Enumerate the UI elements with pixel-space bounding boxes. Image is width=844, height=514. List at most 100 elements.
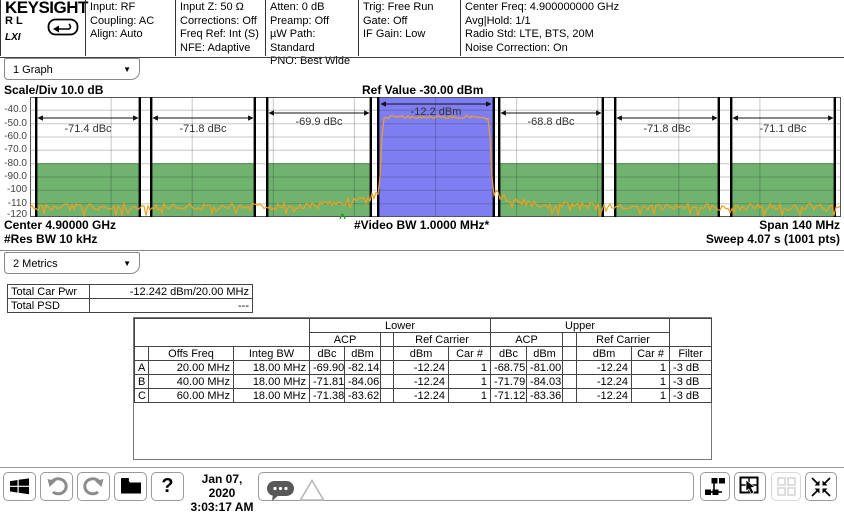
cell: -12.24 — [577, 389, 632, 403]
scale-div-label: Scale/Div 10.0 dB — [4, 83, 103, 97]
sweep-readout: Sweep 4.07 s (1001 pts) — [706, 232, 840, 246]
cell: 1 — [632, 375, 670, 389]
blank-cell — [381, 333, 394, 347]
y-axis-tick: -110 — [0, 198, 27, 209]
cell: -71.81 — [310, 375, 345, 389]
header-line: Preamp: Off — [270, 15, 358, 29]
cell: -81.00 — [527, 361, 563, 375]
blank-cell — [670, 319, 712, 347]
blank-cell — [563, 375, 577, 389]
cell: -83.62 — [345, 389, 381, 403]
blank-cell — [381, 361, 394, 375]
screen-touch-icon — [739, 476, 762, 498]
message-bubble-icon — [266, 480, 296, 502]
col-header-integ-bw: Integ BW — [234, 347, 310, 361]
col-header-dbc: dBc — [491, 347, 527, 361]
blank-cell — [381, 347, 394, 361]
lower-group-header: Lower — [310, 319, 491, 333]
cell: -69.90 — [310, 361, 345, 375]
block-diagram-icon — [704, 476, 726, 497]
collapse-fullscreen-button[interactable] — [805, 472, 837, 501]
redo-button[interactable] — [77, 472, 110, 501]
lower-ref-carrier-header: Ref Carrier — [394, 333, 491, 347]
toolbar-divider — [0, 467, 844, 468]
table-row: B 40.00 MHz 18.00 MHz -71.81 -84.06 -12.… — [135, 375, 712, 389]
header-line: Avg|Hold: 1/1 — [465, 15, 844, 29]
header-line: Input: RF — [90, 1, 175, 15]
screen-control-button[interactable] — [734, 472, 766, 501]
carrier-power-value: -12.2 dBm — [411, 106, 462, 118]
col-header-dbm: dBm — [394, 347, 449, 361]
offset-a-lower-value: -69.9 dBc — [295, 116, 343, 128]
cell: -12.24 — [394, 389, 449, 403]
brand-block: KEYSIGHT R L LXI — [0, 0, 85, 56]
header-line: Align: Auto — [90, 28, 175, 42]
metrics-window-dropdown[interactable]: 2 Metrics ▼ — [4, 252, 140, 274]
total-car-pwr-value: -12.242 dBm/20.00 MHz — [90, 285, 253, 299]
cell: 1 — [449, 389, 491, 403]
status-message-bar[interactable] — [258, 472, 694, 501]
totals-table: Total Car Pwr -12.242 dBm/20.00 MHz Tota… — [7, 284, 253, 313]
cell: 60.00 MHz — [149, 389, 234, 403]
window-layout-button[interactable] — [771, 472, 801, 501]
brand-logo: KEYSIGHT — [5, 1, 85, 15]
header-line: Noise Correction: On — [465, 42, 844, 56]
offset-a-upper-value: -68.8 dBc — [527, 116, 575, 128]
meas-mode-label: R L — [5, 15, 23, 27]
total-psd-value: --- — [90, 299, 253, 313]
cell: -71.38 — [310, 389, 345, 403]
header-line: Trig: Free Run — [363, 1, 460, 15]
header-line: NFE: Adaptive — [180, 42, 265, 56]
graph-window-dropdown[interactable]: 1 Graph ▼ — [4, 58, 140, 80]
res-bw-readout: #Res BW 10 kHz — [4, 232, 97, 246]
cell: 18.00 MHz — [234, 361, 310, 375]
windows-icon — [9, 476, 30, 497]
blank-cell — [135, 319, 310, 347]
grid-squares-icon — [776, 476, 797, 497]
warning-triangle-icon — [299, 479, 325, 502]
header-line: Corrections: Off — [180, 15, 265, 29]
upper-ref-carrier-header: Ref Carrier — [577, 333, 670, 347]
col-header-car: Car # — [449, 347, 491, 361]
ref-value-label: Ref Value -30.00 dBm — [362, 83, 483, 97]
row-id: C — [135, 389, 149, 403]
cell: -12.24 — [394, 375, 449, 389]
header-line: Freq Ref: Int (S) — [180, 28, 265, 42]
help-button[interactable]: ? — [151, 472, 184, 501]
lower-acp-header: ACP — [310, 333, 381, 347]
blank-cell — [563, 347, 577, 361]
total-car-pwr-label: Total Car Pwr — [8, 285, 90, 299]
y-axis-tick: -90.0 — [0, 171, 27, 182]
table-row: Total PSD --- — [8, 299, 253, 313]
cell: 18.00 MHz — [234, 389, 310, 403]
row-id: A — [135, 361, 149, 375]
spectrum-plot[interactable]: -71.4 dBc -71.8 dBc -69.9 dBc -12.2 dBm … — [30, 97, 841, 217]
y-axis-tick: -60.0 — [0, 131, 27, 142]
y-axis-tick: -50.0 — [0, 118, 27, 129]
span-readout: Span 140 MHz — [759, 218, 840, 232]
header-col-frequency: Center Freq: 4.900000000 GHz Avg|Hold: 1… — [460, 0, 844, 56]
header-line: Atten: 0 dB — [270, 1, 358, 15]
metrics-window-dropdown-label: 2 Metrics — [13, 258, 58, 270]
offset-c-lower-value: -71.4 dBc — [64, 123, 112, 135]
file-open-button[interactable] — [114, 472, 147, 501]
table-row: A 20.00 MHz 18.00 MHz -69.90 -82.14 -12.… — [135, 361, 712, 375]
datetime-display: Jan 07, 2020 3:03:17 AM — [187, 472, 257, 514]
undo-button[interactable] — [40, 472, 73, 501]
cell: -12.24 — [577, 375, 632, 389]
sequence-view-button[interactable] — [700, 472, 730, 501]
row-id: B — [135, 375, 149, 389]
table-row: Lower Upper — [135, 319, 712, 333]
offset-c-upper-value: -71.1 dBc — [759, 123, 807, 135]
col-header-dbm: dBm — [527, 347, 563, 361]
cell: -12.24 — [577, 361, 632, 375]
upper-group-header: Upper — [491, 319, 670, 333]
offset-b-upper-value: -71.8 dBc — [643, 123, 691, 135]
undo-icon — [46, 476, 68, 498]
chevron-down-icon: ▼ — [123, 59, 131, 81]
offset-b-lower-value: -71.8 dBc — [179, 123, 227, 135]
system-menu-button[interactable] — [3, 472, 36, 501]
section-divider — [0, 250, 844, 251]
cell: 1 — [449, 361, 491, 375]
chevron-down-icon: ▼ — [123, 253, 131, 275]
